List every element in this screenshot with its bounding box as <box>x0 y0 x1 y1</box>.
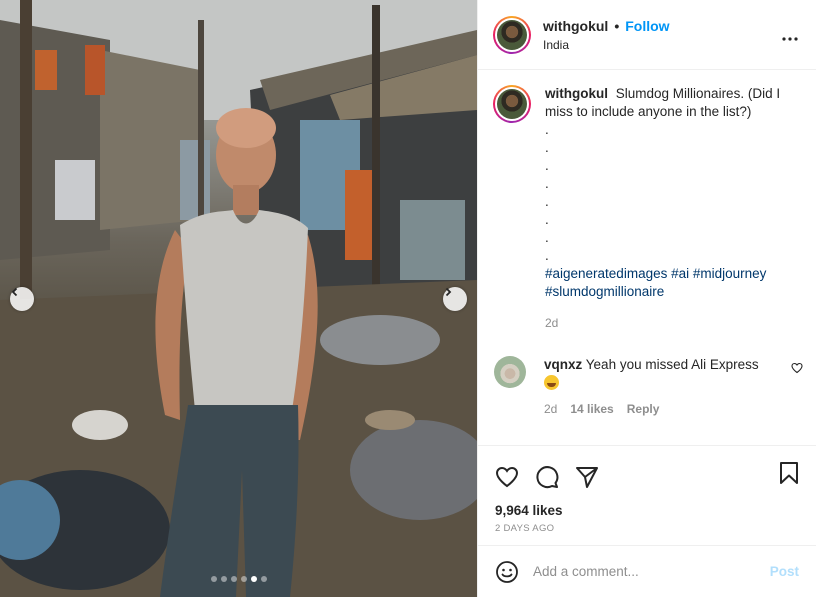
caption-timestamp[interactable]: 2d <box>545 314 801 332</box>
carousel-indicator <box>0 576 477 582</box>
post-details-panel: withgokul • Follow India withgokul Slumd… <box>477 0 816 597</box>
chevron-left-icon <box>11 287 18 297</box>
comment-timestamp[interactable]: 2d <box>544 400 557 418</box>
carousel-dot <box>260 576 267 582</box>
caption-dot: . <box>545 248 549 263</box>
post-caption: withgokul Slumdog Millionaires. (Did I m… <box>478 71 816 332</box>
emoji-picker-button[interactable] <box>495 560 519 584</box>
heart-outline-icon <box>791 362 803 374</box>
comment-input[interactable] <box>533 564 748 579</box>
caption-avatar-image <box>497 89 527 119</box>
post-actions: 9,964 likes 2 DAYS AGO <box>478 445 816 545</box>
paper-plane-icon <box>576 466 598 488</box>
more-horizontal-icon <box>782 37 798 41</box>
comment-likes[interactable]: 14 likes <box>570 400 613 418</box>
hashtag-link[interactable]: #slumdogmillionaire <box>545 284 664 299</box>
caption-author-avatar[interactable] <box>493 85 531 123</box>
caption-dot: . <box>545 158 549 173</box>
reply-button[interactable]: Reply <box>627 400 660 418</box>
previous-image-button[interactable] <box>10 287 34 311</box>
author-avatar-image <box>497 19 527 50</box>
author-avatar[interactable] <box>493 15 531 54</box>
hashtag-link[interactable]: #aigeneratedimages <box>545 266 667 281</box>
comment-button[interactable] <box>535 465 559 489</box>
hashtag-link[interactable]: #midjourney <box>693 266 767 281</box>
caption-username[interactable]: withgokul <box>545 86 608 101</box>
post-comment-button[interactable]: Post <box>770 564 799 579</box>
carousel-dot <box>230 576 237 582</box>
commenter-avatar[interactable] <box>494 356 526 388</box>
like-button[interactable] <box>495 465 519 489</box>
carousel-dot <box>240 576 247 582</box>
carousel-dot <box>210 576 217 582</box>
next-image-button[interactable] <box>443 287 467 311</box>
post-photo-illustration <box>0 0 477 597</box>
carousel-dot <box>220 576 227 582</box>
share-button[interactable] <box>575 465 599 489</box>
save-button[interactable] <box>779 462 799 484</box>
post-timestamp[interactable]: 2 DAYS AGO <box>478 518 816 534</box>
carousel-dot-active <box>250 576 257 582</box>
likes-count[interactable]: 9,964 likes <box>478 492 816 518</box>
smiley-icon <box>496 560 518 583</box>
caption-dot: . <box>545 122 549 137</box>
post-header: withgokul • Follow India <box>478 0 816 70</box>
comment-bubble-icon <box>536 465 559 488</box>
caption-dot: . <box>545 212 549 227</box>
post-image[interactable] <box>0 0 477 597</box>
chevron-right-icon <box>445 287 452 297</box>
comments-section[interactable]: withgokul Slumdog Millionaires. (Did I m… <box>478 71 816 445</box>
caption-dot: . <box>545 230 549 245</box>
follow-button[interactable]: Follow <box>625 18 669 34</box>
joy-emoji-icon <box>544 375 559 390</box>
caption-dot: . <box>545 140 549 155</box>
comment-item: vqnxz Yeah you missed Ali Express 2d 14 … <box>478 332 816 418</box>
hashtag-link[interactable]: #ai <box>671 266 689 281</box>
comment-text: Yeah you missed Ali Express <box>585 357 759 372</box>
commenter-username[interactable]: vqnxz <box>544 357 582 372</box>
author-username[interactable]: withgokul <box>543 18 608 34</box>
heart-outline-icon <box>495 466 519 487</box>
caption-hashtags: #aigeneratedimages #ai #midjourney #slum… <box>545 265 801 301</box>
separator-dot: • <box>614 17 620 34</box>
post-location[interactable]: India <box>543 38 670 52</box>
like-comment-button[interactable] <box>791 362 803 377</box>
more-options-button[interactable] <box>782 26 798 44</box>
add-comment-bar: Post <box>478 545 816 597</box>
caption-dot: . <box>545 176 549 191</box>
caption-dot: . <box>545 194 549 209</box>
bookmark-icon <box>780 462 798 484</box>
